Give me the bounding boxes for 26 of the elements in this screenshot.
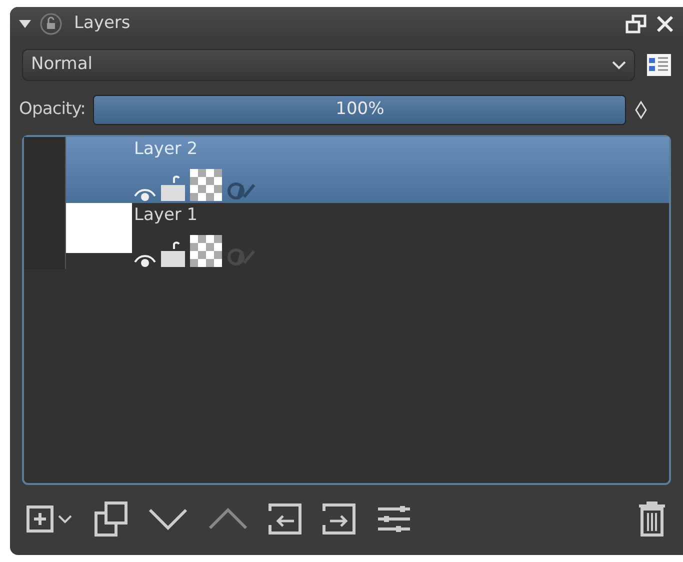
- move-down-icon[interactable]: [148, 508, 188, 530]
- indent-icon[interactable]: [322, 503, 356, 535]
- eye-icon[interactable]: [134, 253, 156, 267]
- blend-mode-dropdown[interactable]: Normal: [22, 49, 635, 81]
- caret-icon: [612, 60, 626, 70]
- panel-title: Layers: [74, 12, 130, 36]
- caret-icon[interactable]: [58, 514, 72, 524]
- close-icon[interactable]: [655, 14, 675, 34]
- float-icon[interactable]: [625, 14, 647, 34]
- outdent-icon[interactable]: [268, 503, 302, 535]
- delete-icon[interactable]: [637, 501, 667, 537]
- checkerboard-icon[interactable]: [190, 235, 222, 267]
- opacity-label: Opacity:: [19, 98, 86, 122]
- sliders-icon[interactable]: [376, 504, 412, 534]
- spin-icon[interactable]: [634, 100, 648, 120]
- layer-name: Layer 1: [134, 204, 199, 227]
- layer-thumbnail: [66, 203, 132, 253]
- properties-icon[interactable]: [647, 54, 671, 76]
- duplicate-icon[interactable]: [92, 501, 128, 537]
- layer-name: Layer 2: [134, 138, 199, 161]
- checkerboard-icon[interactable]: [190, 169, 222, 201]
- lock-icon[interactable]: [160, 241, 186, 267]
- collapse-triangle-icon[interactable]: [18, 19, 32, 29]
- add-layer-icon[interactable]: [26, 505, 54, 533]
- opacity-slider[interactable]: 100%: [93, 95, 626, 125]
- move-up-icon[interactable]: [208, 508, 248, 530]
